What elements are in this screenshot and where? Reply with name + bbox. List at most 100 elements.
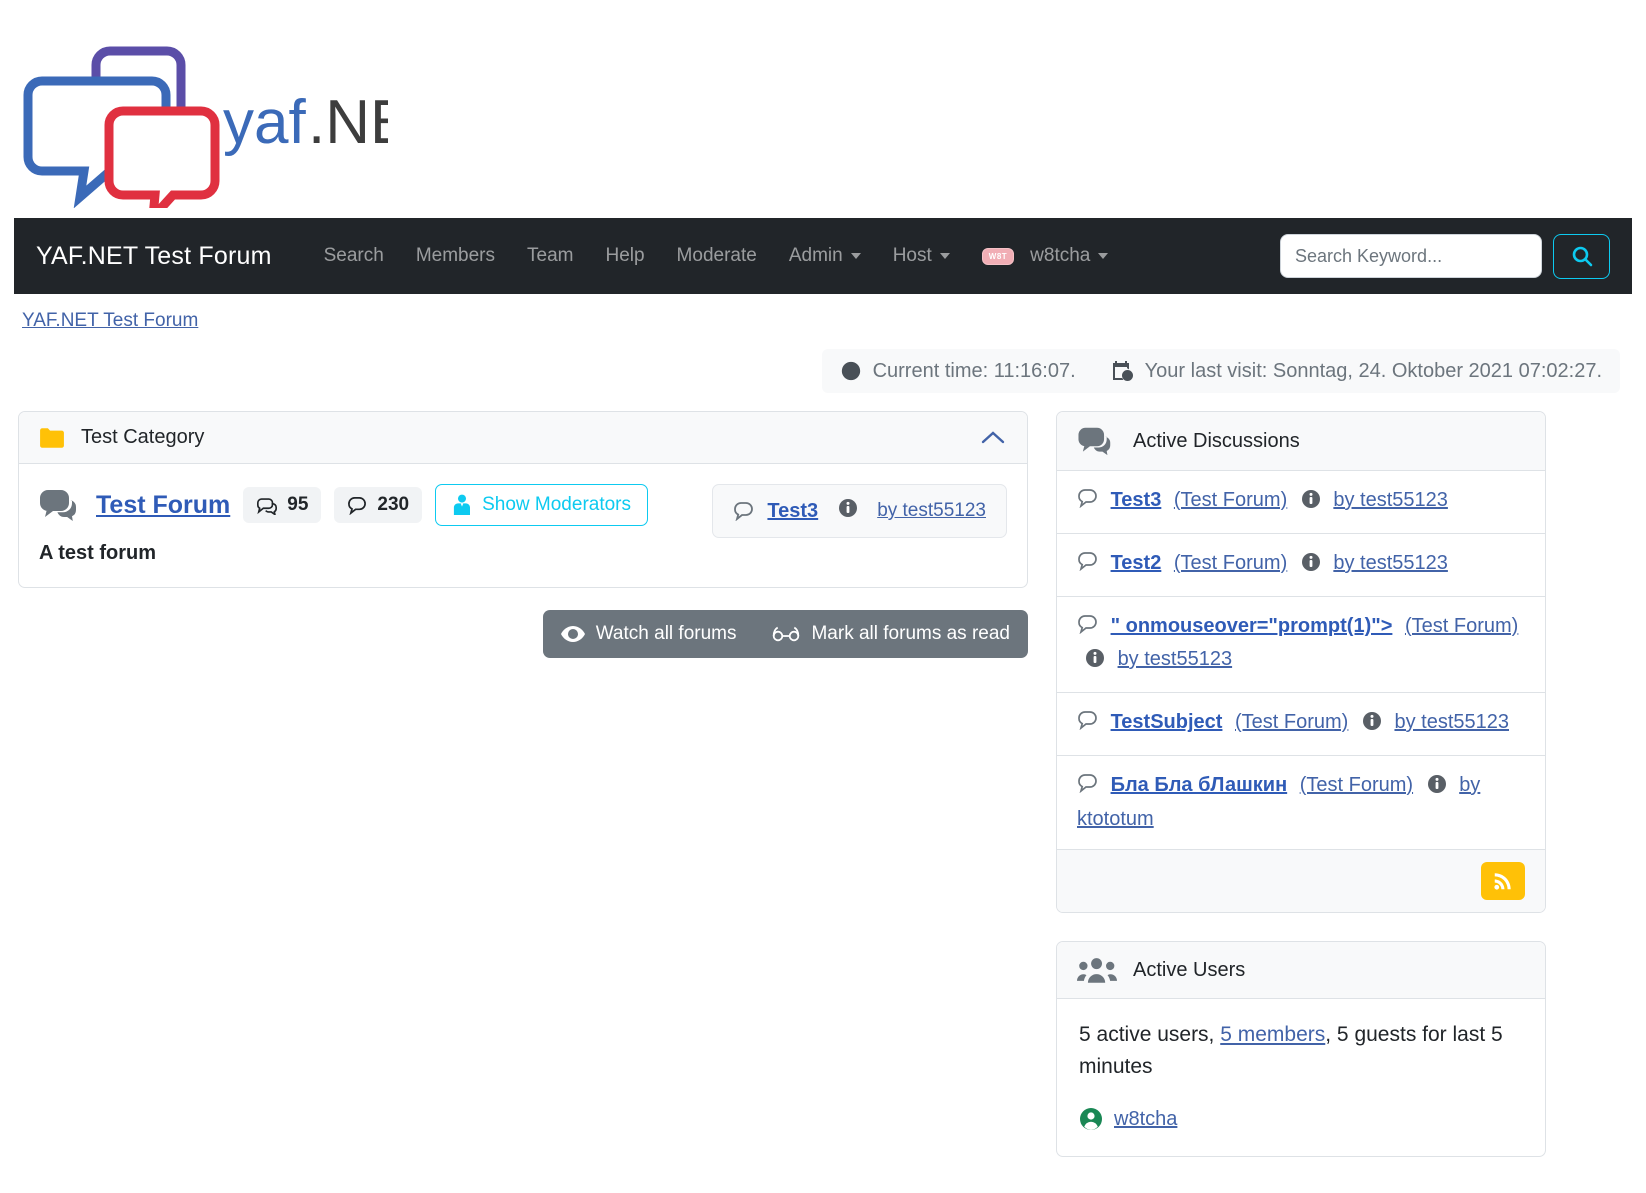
nav-item-help[interactable]: Help [589,237,660,275]
comments-dots-icon [257,497,278,515]
members-link[interactable]: 5 members [1220,1023,1325,1046]
navbar-brand[interactable]: YAF.NET Test Forum [36,242,272,271]
discussion-forum-link[interactable]: (Test Forum) [1235,711,1348,733]
nav-item-host[interactable]: Host [877,237,966,275]
folder-icon [40,427,64,448]
comments-glyph [40,490,76,521]
nav-item-moderate[interactable]: Moderate [661,237,773,275]
search-input[interactable] [1280,234,1542,278]
category-card: Test Category Test Forum 95 230 Show Mod… [18,411,1028,588]
comment-glyph [1078,774,1097,794]
user-tie-icon [454,494,471,515]
info-icon[interactable] [1301,551,1321,582]
comment-icon [348,496,367,515]
active-users-card: Active Users 5 active users, 5 members, … [1056,941,1546,1157]
logo-text-yaf: yaf [223,88,306,157]
breadcrumb-link-home[interactable]: YAF.NET Test Forum [22,310,198,331]
chevron-up-icon [981,430,1005,443]
active-discussions-card: Active Discussions Test3 (Test Forum) by… [1056,411,1546,913]
discussion-topic-link[interactable]: Бла Бла бЛашкин [1111,774,1288,796]
category-header[interactable]: Test Category [19,412,1027,464]
comment-icon [1077,487,1099,518]
discussion-author-link[interactable]: by test55123 [1333,489,1448,511]
discussion-author-link[interactable]: by test55123 [1118,648,1233,670]
posts-count: 230 [377,494,410,515]
comment-glyph [1078,711,1097,731]
search-button[interactable] [1553,233,1610,279]
show-moderators-label: Show Moderators [482,494,632,515]
nav-item-search[interactable]: Search [308,237,400,275]
sidebar-column: Active Discussions Test3 (Test Forum) by… [1056,411,1546,1185]
rss-feed-button[interactable] [1481,862,1525,900]
discussion-author-link[interactable]: by test55123 [1394,711,1509,733]
info-icon[interactable] [1362,710,1382,741]
watch-all-forums-label: Watch all forums [595,623,737,644]
nav-label-search: Search [323,245,384,266]
info-icon[interactable] [1301,488,1321,519]
forum-info: Test Forum 95 230 Show Moderators A test… [39,484,652,565]
active-users-header: Active Users [1057,942,1545,999]
clock-icon [841,361,860,381]
glasses-icon [773,626,800,642]
info-icon[interactable] [838,498,858,524]
comment-glyph [1078,489,1097,509]
user-circle-icon [1079,1107,1103,1131]
last-visit-text: Your last visit: Sonntag, 24. Oktober 20… [1144,359,1602,382]
nav-item-team[interactable]: Team [511,237,589,275]
discussion-topic-link[interactable]: " onmouseover="prompt(1)"> [1111,615,1393,637]
discussion-forum-link[interactable]: (Test Forum) [1174,489,1287,511]
list-item: Test2 (Test Forum) by test55123 [1057,534,1545,597]
nav-item-admin[interactable]: Admin [773,237,877,275]
info-circle-icon [839,499,858,517]
last-post-topic-link[interactable]: Test3 [767,500,818,523]
discussion-topic-link[interactable]: TestSubject [1111,711,1223,733]
active-discussions-header: Active Discussions [1057,412,1545,471]
chevron-down-icon [1098,253,1109,259]
discussion-topic-link[interactable]: Test2 [1111,552,1162,574]
active-user-link[interactable]: w8tcha [1114,1104,1177,1134]
forum-actions-row: Watch all forums Mark all forums as read [18,610,1028,658]
last-post-box: Test3 by test55123 [712,484,1007,538]
category-title: Test Category [81,426,205,448]
active-discussions-footer [1057,850,1545,912]
discussion-forum-link[interactable]: (Test Forum) [1300,774,1413,796]
rss-icon [1494,873,1511,890]
comment-glyph [1078,615,1097,635]
users-icon [1077,958,1117,983]
discussion-topic-link[interactable]: Test3 [1111,489,1162,511]
nav-item-user-menu[interactable]: W8T w8tcha [966,237,1125,275]
breadcrumb: YAF.NET Test Forum [18,294,1628,340]
nav-label-moderate: Moderate [676,245,757,266]
discussion-author-link[interactable]: by test55123 [1333,552,1448,574]
forum-row: Test Forum 95 230 Show Moderators A test… [19,464,1027,587]
navbar-search-group [1280,233,1610,279]
last-post-author-link[interactable]: by test55123 [877,500,986,522]
collapse-toggle[interactable] [979,429,1007,447]
avatar: W8T [981,247,1015,265]
nav-item-members[interactable]: Members [400,237,511,275]
list-item: TestSubject (Test Forum) by test55123 [1057,693,1545,756]
topics-count: 95 [287,494,309,515]
posts-icon [347,496,368,515]
nav-label-help: Help [605,245,645,266]
comment-icon [1077,613,1099,644]
forum-link[interactable]: Test Forum [96,491,230,520]
topics-badge: 95 [243,487,322,523]
info-icon[interactable] [1085,647,1105,678]
list-item: " onmouseover="prompt(1)"> (Test Forum) … [1057,597,1545,693]
comment-icon [1077,550,1099,581]
navbar-links: Search Members Team Help Moderate Admin … [308,237,1125,275]
discussion-forum-link[interactable]: (Test Forum) [1405,615,1518,637]
watch-all-forums-button[interactable]: Watch all forums [543,610,755,658]
info-circle-icon [1301,553,1320,571]
nav-label-host: Host [892,245,932,266]
comment-glyph [1078,552,1097,572]
forum-list-column: Test Category Test Forum 95 230 Show Mod… [18,411,1028,658]
mark-all-read-button[interactable]: Mark all forums as read [754,610,1028,658]
info-icon[interactable] [1427,773,1447,804]
show-moderators-button[interactable]: Show Moderators [435,484,649,526]
discussion-forum-link[interactable]: (Test Forum) [1174,552,1287,574]
main-navbar: YAF.NET Test Forum Search Members Team H… [14,218,1632,294]
nav-label-admin: Admin [788,245,843,266]
chevron-down-icon [939,253,950,259]
